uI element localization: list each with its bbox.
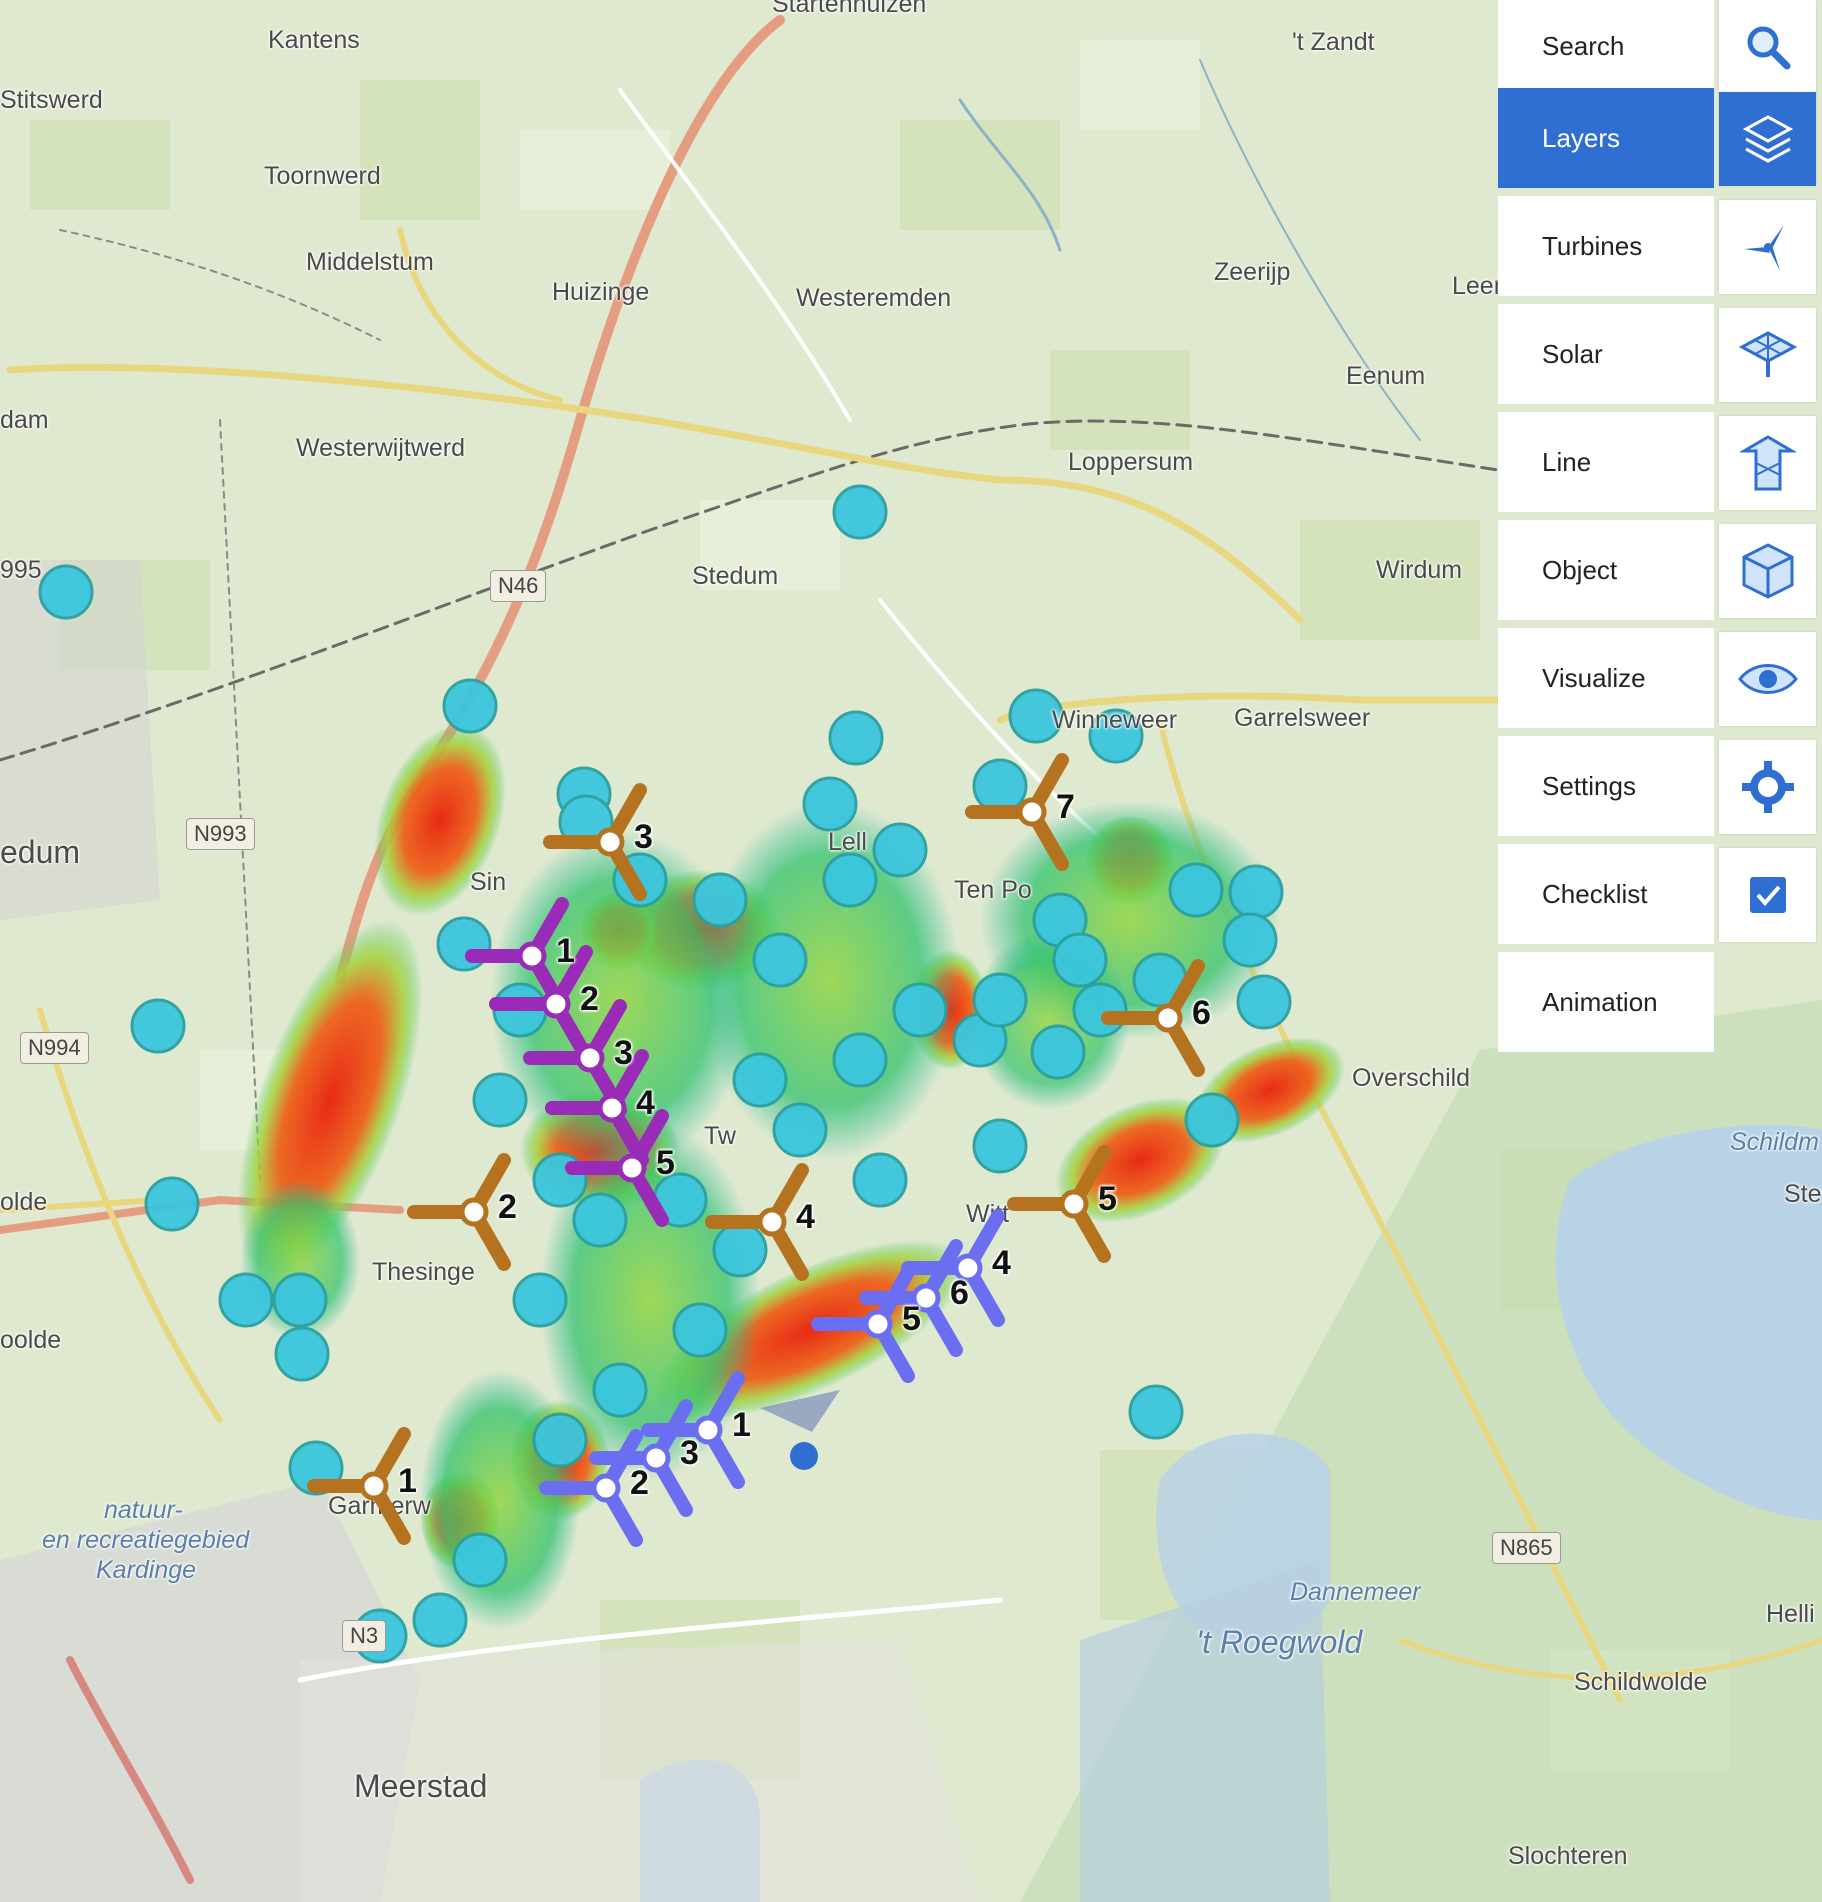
layers-icon[interactable]: [1719, 92, 1816, 186]
turbine-number: 4: [796, 1198, 815, 1236]
line-icon[interactable]: [1719, 416, 1816, 510]
turbine-number: 1: [732, 1406, 751, 1444]
turbine-number: 1: [398, 1462, 417, 1500]
panel-item-turbines[interactable]: Turbines: [1498, 196, 1822, 296]
panel-label: Settings: [1498, 736, 1714, 836]
turbine-number: 3: [614, 1034, 633, 1072]
turbine-number: 4: [992, 1244, 1011, 1282]
gear-icon[interactable]: [1719, 740, 1816, 834]
checkbox-icon[interactable]: [1719, 848, 1816, 942]
panel-item-animation[interactable]: Animation: [1498, 952, 1822, 1052]
turbine-icon[interactable]: [1719, 200, 1816, 294]
turbine-number: 2: [498, 1188, 517, 1226]
panel-item-layers[interactable]: Layers: [1498, 88, 1822, 188]
turbine-number: 4: [636, 1084, 655, 1122]
panel-label: Animation: [1498, 952, 1714, 1052]
panel-label: Line: [1498, 412, 1714, 512]
panel-item-checklist[interactable]: Checklist: [1498, 844, 1822, 944]
location-dot: [790, 1442, 818, 1470]
turbine-number: 6: [950, 1274, 969, 1312]
panel-label: Solar: [1498, 304, 1714, 404]
turbine-number: 1: [556, 932, 575, 970]
turbine-number: 7: [1056, 788, 1075, 826]
panel-label: Visualize: [1498, 628, 1714, 728]
turbine-number: 5: [902, 1300, 921, 1338]
panel-item-settings[interactable]: Settings: [1498, 736, 1822, 836]
panel-label: Layers: [1498, 88, 1714, 188]
panel-item-search[interactable]: Search: [1498, 0, 1822, 96]
turbine-number: 3: [634, 818, 653, 856]
panel-label: Search: [1498, 0, 1714, 96]
turbine-number: 5: [1098, 1180, 1117, 1218]
panel-item-object[interactable]: Object: [1498, 520, 1822, 620]
panel-label: Object: [1498, 520, 1714, 620]
panel-item-solar[interactable]: Solar: [1498, 304, 1822, 404]
search-icon[interactable]: [1719, 0, 1816, 94]
solar-icon[interactable]: [1719, 308, 1816, 402]
turbine-number: 2: [630, 1464, 649, 1502]
panel-label: Checklist: [1498, 844, 1714, 944]
turbine-number: 2: [580, 980, 599, 1018]
turbine-number: 3: [680, 1434, 699, 1472]
panel-item-visualize[interactable]: Visualize: [1498, 628, 1822, 728]
panel-label: Turbines: [1498, 196, 1714, 296]
object-icon[interactable]: [1719, 524, 1816, 618]
eye-icon[interactable]: [1719, 632, 1816, 726]
panel-item-line[interactable]: Line: [1498, 412, 1822, 512]
turbine-number: 5: [656, 1144, 675, 1182]
turbine-number: 6: [1192, 994, 1211, 1032]
